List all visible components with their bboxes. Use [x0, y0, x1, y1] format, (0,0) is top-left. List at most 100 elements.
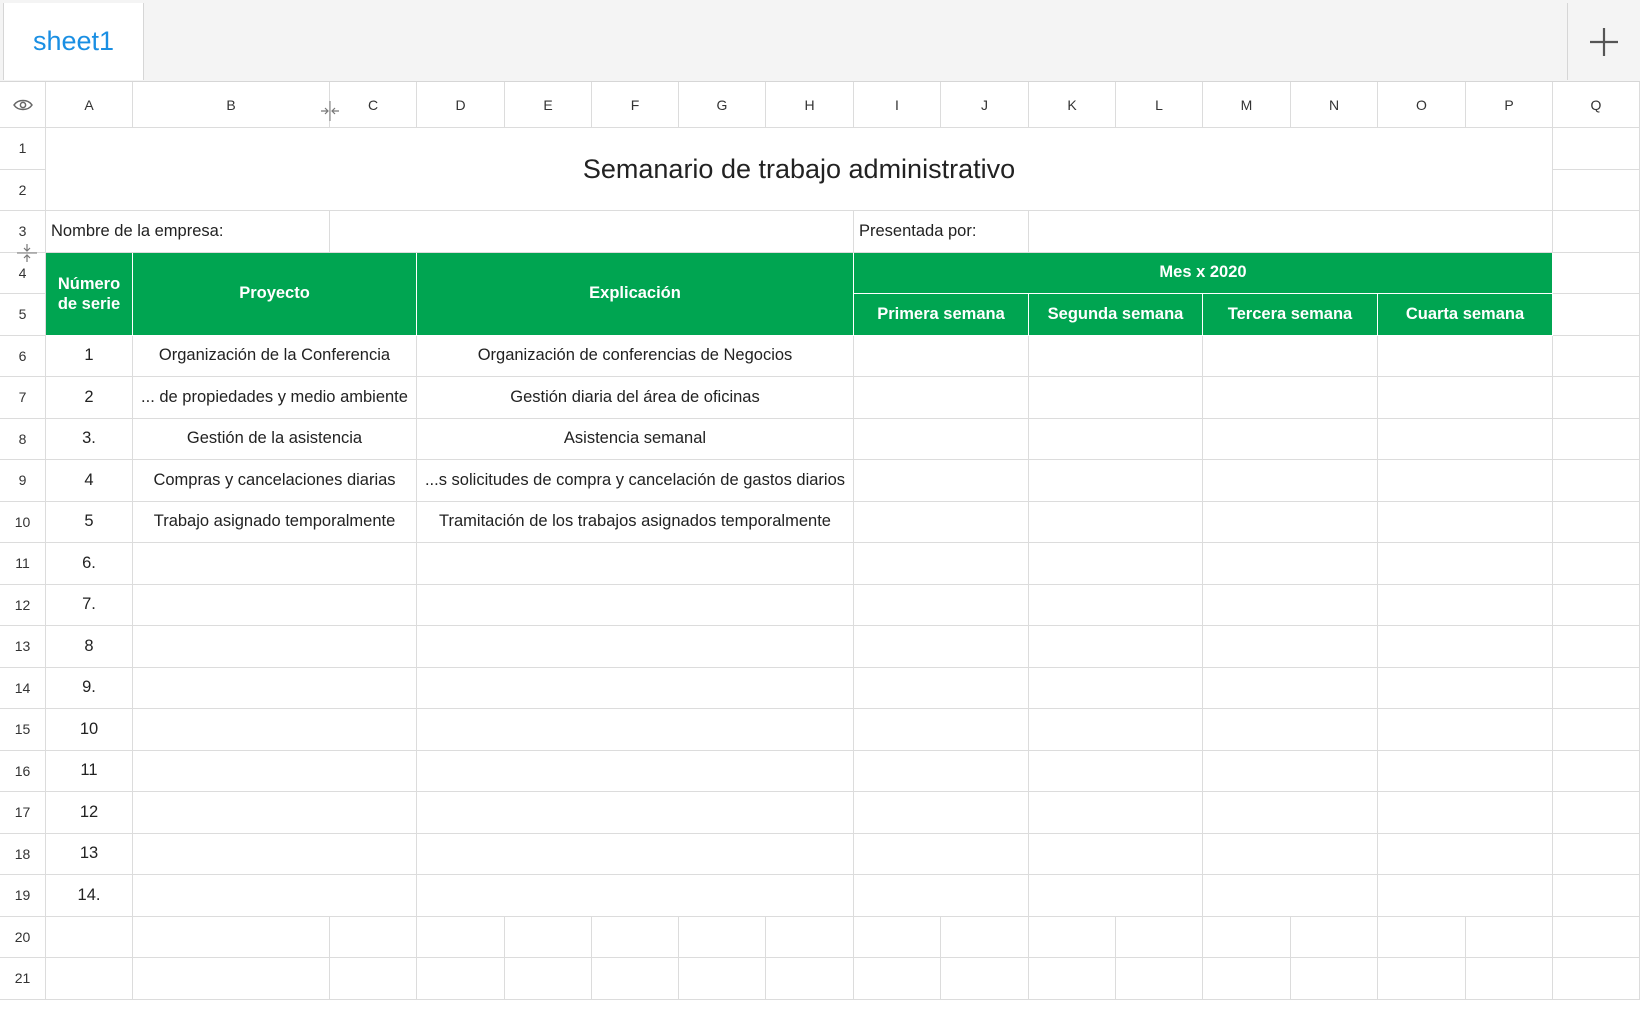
cell-q10[interactable]: [1553, 501, 1640, 543]
cell-q15[interactable]: [1553, 709, 1640, 751]
cell[interactable]: [1203, 958, 1291, 1000]
week-1-cell[interactable]: [854, 833, 1029, 875]
header-project[interactable]: Proyecto: [133, 252, 417, 336]
week-3-cell[interactable]: [1203, 667, 1378, 709]
project-cell[interactable]: [133, 750, 417, 792]
week-2-cell[interactable]: [1029, 833, 1203, 875]
week-2-cell[interactable]: [1029, 709, 1203, 751]
project-cell[interactable]: [133, 709, 417, 751]
project-cell[interactable]: Organización de la Conferencia: [133, 335, 417, 377]
cell[interactable]: [766, 916, 854, 958]
row-header-1[interactable]: 1: [0, 128, 46, 170]
week-4-cell[interactable]: [1378, 418, 1553, 460]
week-3-cell[interactable]: [1203, 460, 1378, 502]
week-1-cell[interactable]: [854, 875, 1029, 917]
column-header-k[interactable]: K: [1029, 82, 1116, 128]
week-4-cell[interactable]: [1378, 335, 1553, 377]
cell[interactable]: [1116, 916, 1203, 958]
cell[interactable]: [854, 916, 941, 958]
explanation-cell[interactable]: Gestión diaria del área de oficinas: [417, 377, 854, 419]
project-cell[interactable]: [133, 584, 417, 626]
cell[interactable]: [330, 958, 417, 1000]
project-cell[interactable]: [133, 543, 417, 585]
week-3-cell[interactable]: [1203, 584, 1378, 626]
row-header-9[interactable]: 9: [0, 460, 46, 502]
explanation-cell[interactable]: [417, 584, 854, 626]
project-cell[interactable]: [133, 792, 417, 834]
week-2-cell[interactable]: [1029, 792, 1203, 834]
week-1-cell[interactable]: [854, 792, 1029, 834]
cell[interactable]: [1466, 916, 1553, 958]
cell-q11[interactable]: [1553, 543, 1640, 585]
week-2-cell[interactable]: [1029, 543, 1203, 585]
row-header-20[interactable]: 20: [0, 916, 46, 958]
header-week-2[interactable]: Segunda semana: [1029, 294, 1203, 336]
cell-q12[interactable]: [1553, 584, 1640, 626]
cell[interactable]: [766, 958, 854, 1000]
column-header-h[interactable]: H: [766, 82, 854, 128]
row-header-11[interactable]: 11: [0, 543, 46, 585]
column-header-p[interactable]: P: [1466, 82, 1553, 128]
project-cell[interactable]: [133, 833, 417, 875]
column-header-b[interactable]: B: [133, 82, 330, 128]
cell-q5[interactable]: [1553, 294, 1640, 336]
week-4-cell[interactable]: [1378, 460, 1553, 502]
week-3-cell[interactable]: [1203, 418, 1378, 460]
week-2-cell[interactable]: [1029, 418, 1203, 460]
week-2-cell[interactable]: [1029, 750, 1203, 792]
week-3-cell[interactable]: [1203, 626, 1378, 668]
column-header-l[interactable]: L: [1116, 82, 1203, 128]
serial-cell[interactable]: 7.: [46, 584, 133, 626]
week-2-cell[interactable]: [1029, 626, 1203, 668]
week-4-cell[interactable]: [1378, 501, 1553, 543]
column-header-j[interactable]: J: [941, 82, 1029, 128]
cell[interactable]: [941, 916, 1029, 958]
explanation-cell[interactable]: [417, 875, 854, 917]
cell[interactable]: [417, 916, 505, 958]
explanation-cell[interactable]: [417, 792, 854, 834]
cell-q1[interactable]: [1553, 128, 1640, 170]
serial-cell[interactable]: 8: [46, 626, 133, 668]
tab-sheet1[interactable]: sheet1: [3, 3, 144, 80]
row-header-8[interactable]: 8: [0, 418, 46, 460]
cell-q6[interactable]: [1553, 335, 1640, 377]
cell[interactable]: [1291, 958, 1378, 1000]
cell-q19[interactable]: [1553, 875, 1640, 917]
week-4-cell[interactable]: [1378, 875, 1553, 917]
header-week-4[interactable]: Cuarta semana: [1378, 294, 1553, 336]
week-3-cell[interactable]: [1203, 792, 1378, 834]
row-resize-icon[interactable]: [16, 242, 38, 264]
row-header-12[interactable]: 12: [0, 584, 46, 626]
week-1-cell[interactable]: [854, 377, 1029, 419]
row-header-7[interactable]: 7: [0, 377, 46, 419]
cell[interactable]: [46, 916, 133, 958]
column-header-q[interactable]: Q: [1553, 82, 1640, 128]
cell[interactable]: [1203, 916, 1291, 958]
cell[interactable]: [417, 958, 505, 1000]
week-2-cell[interactable]: [1029, 377, 1203, 419]
column-header-a[interactable]: A: [46, 82, 133, 128]
week-1-cell[interactable]: [854, 667, 1029, 709]
serial-cell[interactable]: 4: [46, 460, 133, 502]
row-header-6[interactable]: 6: [0, 335, 46, 377]
select-all-corner[interactable]: [0, 82, 46, 128]
row-header-10[interactable]: 10: [0, 501, 46, 543]
serial-cell[interactable]: 3.: [46, 418, 133, 460]
serial-cell[interactable]: 9.: [46, 667, 133, 709]
week-2-cell[interactable]: [1029, 584, 1203, 626]
explanation-cell[interactable]: [417, 750, 854, 792]
cell[interactable]: [679, 958, 766, 1000]
cell[interactable]: [1029, 916, 1116, 958]
week-4-cell[interactable]: [1378, 377, 1553, 419]
header-explanation[interactable]: Explicación: [417, 252, 854, 336]
week-3-cell[interactable]: [1203, 377, 1378, 419]
header-week-3[interactable]: Tercera semana: [1203, 294, 1378, 336]
row-header-17[interactable]: 17: [0, 792, 46, 834]
cell-q8[interactable]: [1553, 418, 1640, 460]
week-4-cell[interactable]: [1378, 543, 1553, 585]
cell[interactable]: [1378, 916, 1466, 958]
column-header-c[interactable]: C: [330, 82, 417, 128]
row-header-14[interactable]: 14: [0, 667, 46, 709]
company-label-cell[interactable]: Nombre de la empresa:: [46, 211, 330, 253]
week-3-cell[interactable]: [1203, 543, 1378, 585]
